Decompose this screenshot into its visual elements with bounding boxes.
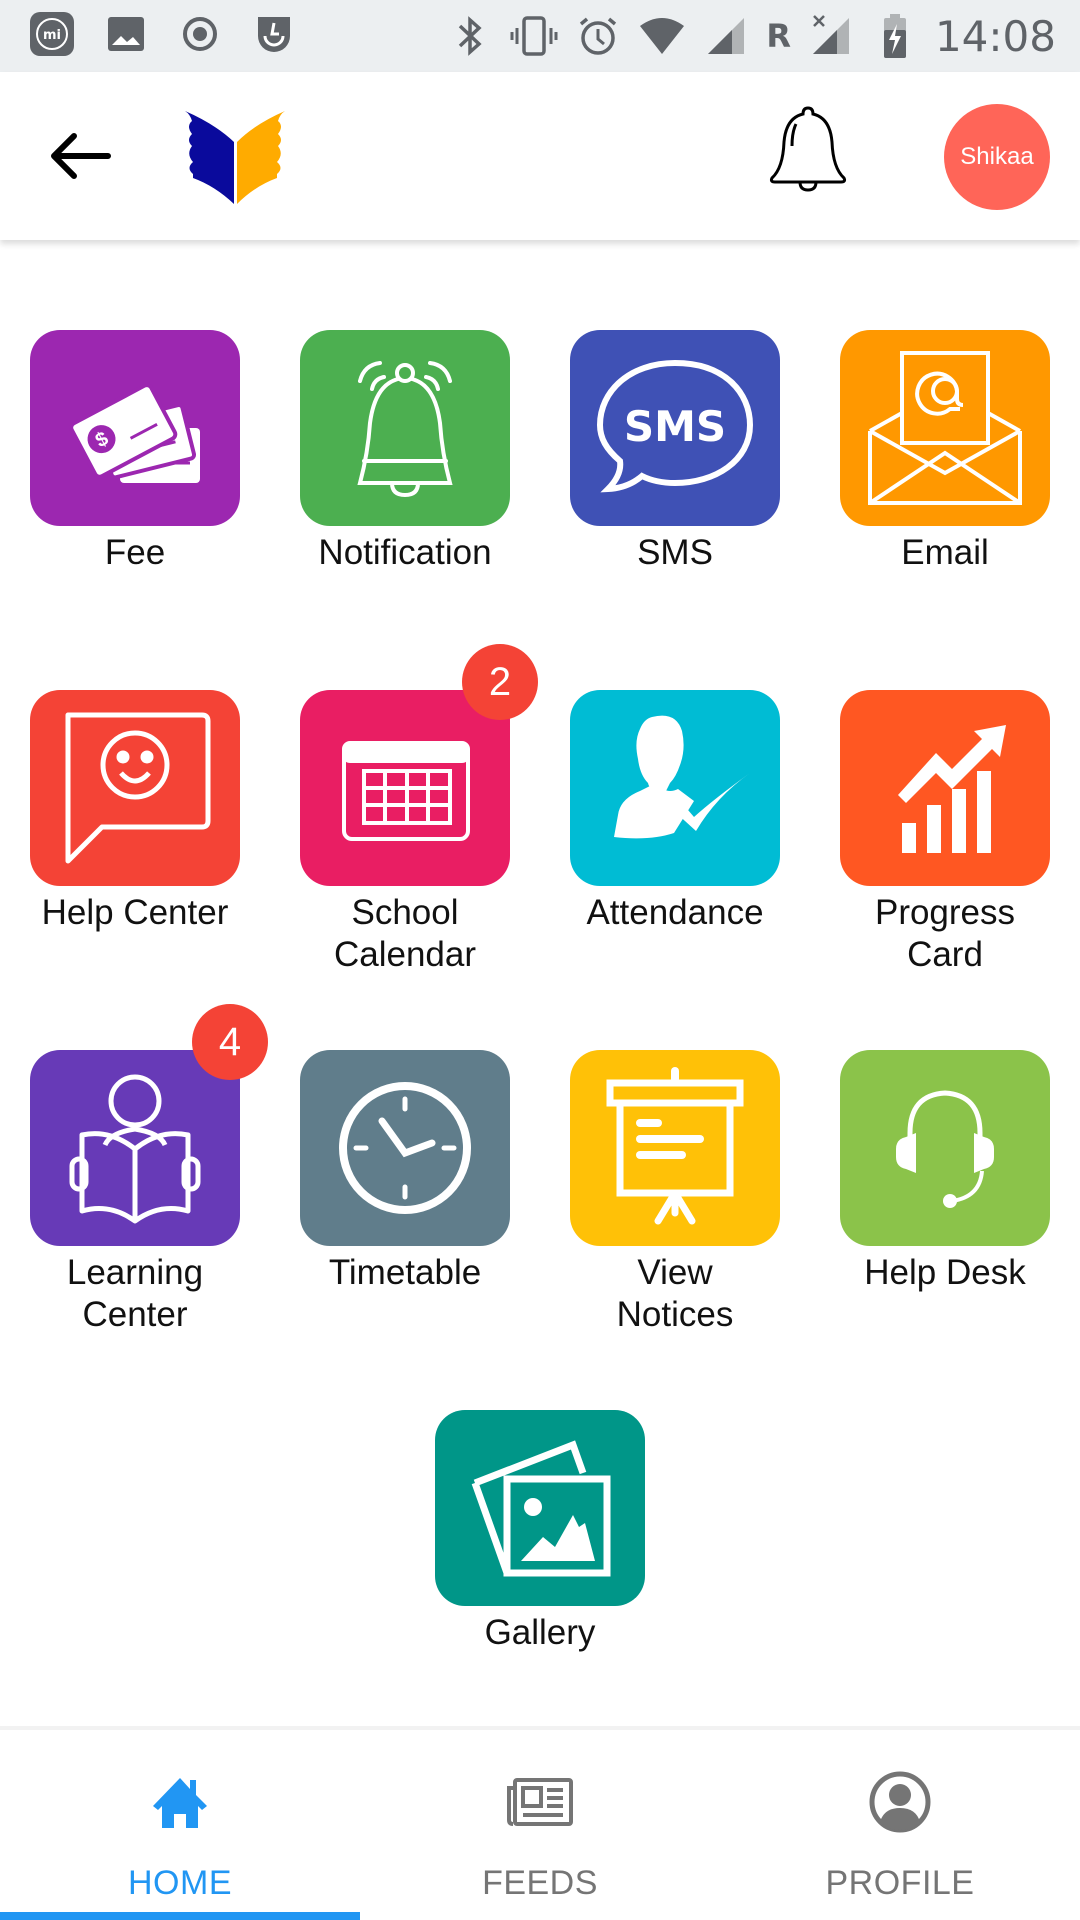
roaming-indicator: R (766, 17, 791, 55)
tile-label: SMS (637, 533, 713, 572)
tile-label: Email (901, 533, 989, 572)
tile-label: Progress Card (874, 893, 1016, 974)
active-tab-indicator (0, 1912, 360, 1920)
tile-label: Notification (318, 533, 492, 572)
clock-time: 14:08 (934, 11, 1056, 61)
svg-text:SMS: SMS (624, 402, 726, 451)
tile-gallery[interactable]: Gallery (405, 1410, 675, 1654)
image-icon (102, 10, 150, 58)
svg-text:mi: mi (43, 28, 61, 43)
school-book-logo[interactable] (180, 106, 290, 206)
roaming-signal-icon (807, 12, 855, 60)
bell-icon (769, 106, 847, 192)
tile-help-desk[interactable]: Help Desk (810, 1050, 1080, 1294)
user-avatar[interactable]: Shikaa (944, 104, 1050, 210)
progress-card-tile-icon[interactable] (840, 690, 1050, 886)
help-center-tile-icon[interactable] (30, 690, 240, 886)
nav-label-home: HOME (128, 1864, 232, 1902)
app-bar: Shikaa (0, 72, 1080, 240)
tile-fee[interactable]: $ Fee (0, 330, 270, 574)
tile-school-calendar[interactable]: 2 School Calendar (270, 644, 540, 976)
status-bar-left-icons: mi (28, 10, 298, 58)
tile-progress-card[interactable]: Progress Card (810, 690, 1080, 976)
mi-app-icon: mi (28, 10, 76, 58)
tile-label: View Notices (616, 1253, 734, 1334)
email-tile-icon[interactable] (840, 330, 1050, 526)
growth-chart-icon (898, 725, 1006, 853)
calendar-icon (342, 741, 470, 841)
tile-timetable[interactable]: Timetable (270, 1050, 540, 1294)
notification-count-badge: 4 (192, 1004, 268, 1080)
tile-label: Learning Center (66, 1253, 204, 1334)
vibrate-icon (510, 12, 558, 60)
help-desk-tile-icon[interactable] (840, 1050, 1050, 1246)
tile-label: Attendance (586, 893, 764, 932)
notifications-button[interactable] (760, 100, 856, 196)
bottom-navigation: HOME FEEDS PROFILE (0, 1726, 1080, 1920)
tile-label: School Calendar (333, 893, 477, 974)
attendance-tile-icon[interactable] (570, 690, 780, 886)
status-bar: mi R 14:08 (0, 0, 1080, 72)
view-notices-tile-icon[interactable] (570, 1050, 780, 1246)
home-icon (144, 1766, 216, 1838)
tile-label: Help Center (41, 893, 229, 932)
tile-sms[interactable]: SMS SMS (540, 330, 810, 574)
school-calendar-tile-icon[interactable]: 2 (300, 644, 538, 886)
fee-tile-icon[interactable]: $ (30, 330, 240, 526)
sms-tile-icon[interactable]: SMS (570, 330, 780, 526)
tile-label: Timetable (328, 1253, 482, 1292)
clock-icon (339, 1082, 471, 1214)
headset-icon (896, 1090, 994, 1208)
back-button[interactable] (44, 124, 116, 188)
user-circle-icon (864, 1766, 936, 1838)
status-bar-right-icons: R 14:08 (446, 8, 1056, 64)
arrow-left-icon (51, 133, 111, 179)
nav-label-profile: PROFILE (825, 1864, 975, 1902)
newspaper-icon (504, 1766, 576, 1838)
photos-icon (471, 1440, 611, 1577)
sms-bubble-icon: SMS (596, 359, 754, 493)
alarm-icon (574, 12, 622, 60)
tile-notification[interactable]: Notification (270, 330, 540, 574)
notification-tile-icon[interactable] (300, 330, 510, 526)
shield-app-icon (250, 10, 298, 58)
ringing-bell-icon (357, 361, 453, 498)
wifi-icon (638, 12, 686, 60)
tile-attendance[interactable]: Attendance (540, 690, 810, 934)
tile-label: Fee (104, 533, 166, 572)
nav-tab-profile[interactable]: PROFILE (720, 1730, 1080, 1920)
tile-learning-center[interactable]: 4 Learning Center (0, 1004, 270, 1336)
tile-email[interactable]: Email (810, 330, 1080, 574)
learning-center-tile-icon[interactable]: 4 (30, 1004, 268, 1246)
tile-help-center[interactable]: Help Center (0, 690, 270, 934)
gallery-tile-icon[interactable] (435, 1410, 645, 1606)
smiley-chat-icon (65, 712, 211, 864)
timetable-tile-icon[interactable] (300, 1050, 510, 1246)
nav-tab-home[interactable]: HOME (0, 1730, 360, 1920)
tile-label: Gallery (484, 1613, 596, 1652)
record-icon (176, 10, 224, 58)
signal-icon (702, 12, 750, 60)
nav-label-feeds: FEEDS (482, 1864, 598, 1902)
credit-cards-icon: $ (69, 383, 200, 483)
battery-charging-icon (871, 12, 919, 60)
open-envelope-icon (868, 351, 1022, 505)
tile-view-notices[interactable]: View Notices (540, 1050, 810, 1336)
tile-label: Help Desk (864, 1253, 1026, 1292)
nav-tab-feeds[interactable]: FEEDS (360, 1730, 720, 1920)
bluetooth-icon (446, 12, 494, 60)
reading-person-icon (69, 1074, 201, 1224)
person-check-icon (614, 715, 750, 839)
notification-count-badge: 2 (462, 644, 538, 720)
presentation-board-icon (606, 1067, 744, 1225)
